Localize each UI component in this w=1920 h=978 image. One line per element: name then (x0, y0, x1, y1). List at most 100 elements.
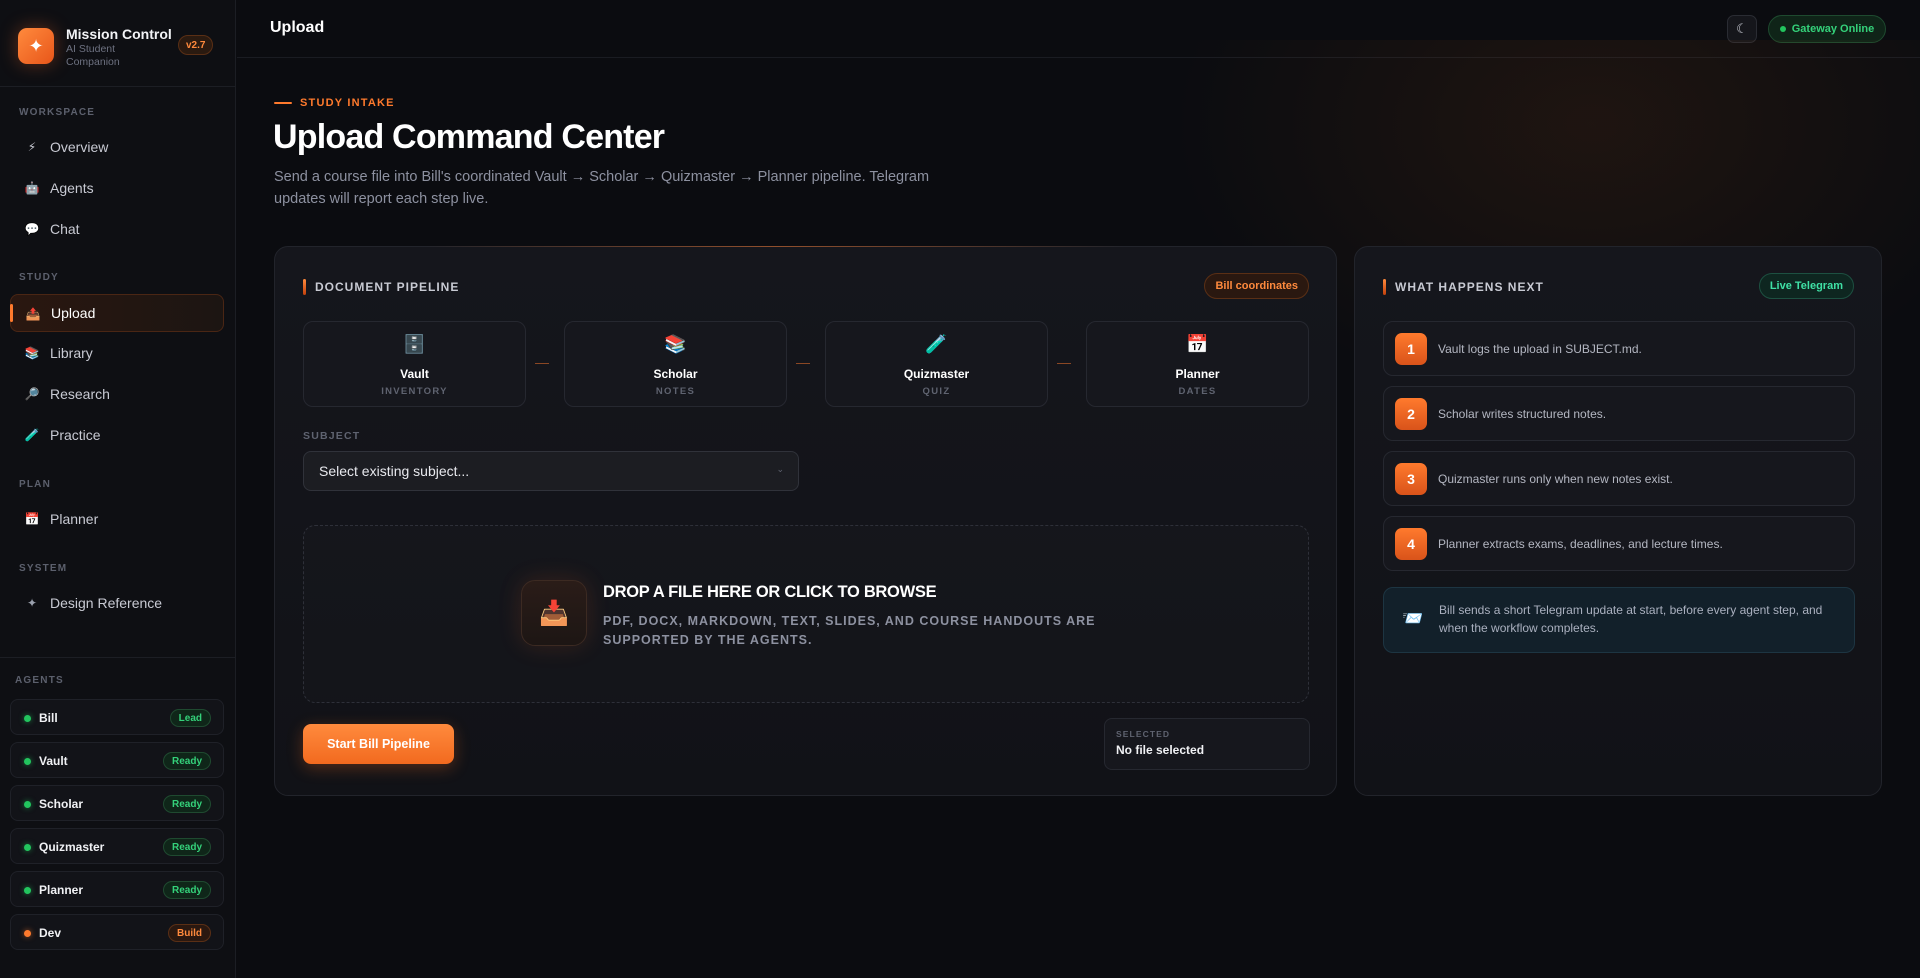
theme-toggle-button[interactable]: ☾ (1727, 15, 1757, 43)
status-badge: Ready (162, 838, 211, 856)
books-icon: 📚 (664, 334, 687, 354)
status-dot (24, 715, 31, 722)
agent-row-dev[interactable]: Dev Build (10, 914, 224, 950)
sparkle-logo-icon: ✦ (18, 28, 54, 64)
step-text: Scholar writes structured notes. (1438, 407, 1607, 421)
section-plan: PLAN (19, 479, 52, 490)
stage-name: Quizmaster (903, 367, 970, 381)
stage-sub: DATES (1178, 386, 1217, 397)
stage-sub: NOTES (655, 386, 696, 397)
chat-bubble-icon: 💬 (24, 222, 40, 236)
step-item: 3 Quizmaster runs only when new notes ex… (1383, 451, 1855, 506)
sidebar-item-label: Research (50, 386, 110, 402)
stage-name: Scholar (653, 367, 698, 381)
start-pipeline-button[interactable]: Start Bill Pipeline (303, 724, 454, 764)
status-dot (24, 801, 31, 808)
sidebar-item-label: Overview (50, 139, 109, 155)
magnifier-icon: 🔎 (24, 387, 40, 401)
heading-accent-bar (1383, 279, 1386, 295)
inbox-tray-icon: 📥 (521, 580, 587, 646)
sidebar-item-upload[interactable]: 📤 Upload (10, 294, 224, 332)
calendar-icon: 📅 (1186, 334, 1209, 354)
dropzone-subtitle: PDF, DOCX, MARKDOWN, TEXT, SLIDES, AND C… (603, 614, 1096, 647)
status-dot (24, 930, 31, 937)
step-text: Planner extracts exams, deadlines, and l… (1438, 537, 1723, 551)
agent-row-scholar[interactable]: Scholar Ready (10, 785, 224, 821)
subject-select-value: Select existing subject... (319, 463, 470, 479)
telegram-note: 📨 Bill sends a short Telegram update at … (1383, 587, 1855, 653)
sidebar-item-planner[interactable]: 📅 Planner (10, 500, 224, 538)
section-workspace: WORKSPACE (19, 107, 96, 118)
test-tube-icon: 🧪 (925, 334, 948, 354)
card-heading: DOCUMENT PIPELINE (303, 279, 459, 295)
status-badge: Build (168, 924, 211, 942)
status-badge: Ready (162, 881, 211, 899)
agent-name: Planner (39, 883, 84, 897)
hero-title: Upload Command Center (273, 118, 665, 156)
stage-planner: 📅 Planner DATES (1086, 321, 1309, 407)
eyebrow-line (274, 102, 292, 104)
selected-value: No file selected (1116, 743, 1205, 757)
agent-row-planner[interactable]: Planner Ready (10, 871, 224, 907)
sidebar-item-chat[interactable]: 💬 Chat (10, 210, 224, 248)
page-title: Upload (270, 19, 325, 36)
status-badge: Ready (162, 752, 211, 770)
sidebar-item-design-reference[interactable]: ✦ Design Reference (10, 584, 224, 622)
agent-name: Bill (39, 711, 58, 725)
incoming-envelope-icon: 📨 (1402, 609, 1424, 628)
sidebar-item-label: Library (50, 345, 93, 361)
agent-name: Scholar (39, 797, 84, 811)
eyebrow-label: STUDY INTAKE (300, 97, 395, 109)
sidebar-divider (0, 86, 236, 87)
hero-description: Send a course file into Bill's coordinat… (274, 169, 930, 207)
status-dot (24, 844, 31, 851)
calendar-icon: 📅 (24, 512, 40, 526)
stage-connector (535, 363, 549, 364)
agent-name: Quizmaster (39, 840, 105, 854)
lightning-icon: ⚡ (27, 140, 37, 154)
sidebar-item-agents[interactable]: 🤖 Agents (10, 169, 224, 207)
status-dot (1779, 26, 1786, 32)
sidebar-item-label: Upload (51, 305, 96, 321)
test-tube-icon: 🧪 (24, 428, 40, 442)
moon-icon: ☾ (1736, 21, 1748, 36)
coordinator-badge: Bill coordinates (1204, 273, 1309, 299)
live-telegram-badge: Live Telegram (1758, 273, 1854, 299)
sidebar-item-overview[interactable]: ⚡ Overview (10, 128, 224, 166)
robot-icon: 🤖 (24, 181, 40, 195)
stage-connector (796, 363, 810, 364)
agent-row-vault[interactable]: Vault Ready (10, 742, 224, 778)
stage-sub: INVENTORY (381, 386, 448, 397)
upload-tray-icon: 📤 (25, 307, 41, 321)
step-text: Vault logs the upload in SUBJECT.md. (1438, 342, 1642, 356)
file-dropzone[interactable]: 📥 DROP A FILE HERE OR CLICK TO BROWSE PD… (303, 525, 1309, 703)
agent-name: Vault (39, 754, 68, 768)
step-number: 1 (1395, 333, 1427, 365)
agent-row-quizmaster[interactable]: Quizmaster Ready (10, 828, 224, 864)
step-item: 2 Scholar writes structured notes. (1383, 386, 1855, 441)
sidebar-item-label: Practice (50, 427, 101, 443)
document-pipeline-card: DOCUMENT PIPELINE Bill coordinates 🗄️ Va… (274, 246, 1337, 796)
selected-file-box: SELECTED No file selected (1104, 718, 1310, 770)
sidebar: ✦ Mission Control AI Student Companion v… (0, 0, 236, 978)
brand-title: Mission Control (66, 26, 172, 42)
sidebar-item-label: Chat (50, 221, 80, 237)
agent-row-bill[interactable]: Bill Lead (10, 699, 224, 735)
heading-accent-bar (303, 279, 306, 295)
books-icon: 📚 (24, 346, 40, 360)
dropzone-title: DROP A FILE HERE OR CLICK TO BROWSE (603, 583, 937, 601)
gateway-status-label: Gateway Online (1791, 23, 1875, 35)
stage-name: Planner (1175, 367, 1220, 381)
section-agents: AGENTS (15, 675, 64, 686)
sidebar-item-library[interactable]: 📚 Library (10, 334, 224, 372)
sidebar-item-label: Planner (50, 511, 99, 527)
subject-select[interactable]: Select existing subject... ⌄ (303, 451, 799, 491)
sidebar-item-practice[interactable]: 🧪 Practice (10, 416, 224, 454)
brand[interactable]: ✦ Mission Control AI Student Companion v… (18, 26, 218, 76)
stage-vault: 🗄️ Vault INVENTORY (303, 321, 526, 407)
sidebar-item-research[interactable]: 🔎 Research (10, 375, 224, 413)
brand-subtitle: AI Student Companion (66, 43, 120, 68)
section-study: STUDY (19, 272, 59, 283)
card-heading-label: WHAT HAPPENS NEXT (1395, 280, 1544, 294)
sidebar-divider (0, 657, 236, 658)
